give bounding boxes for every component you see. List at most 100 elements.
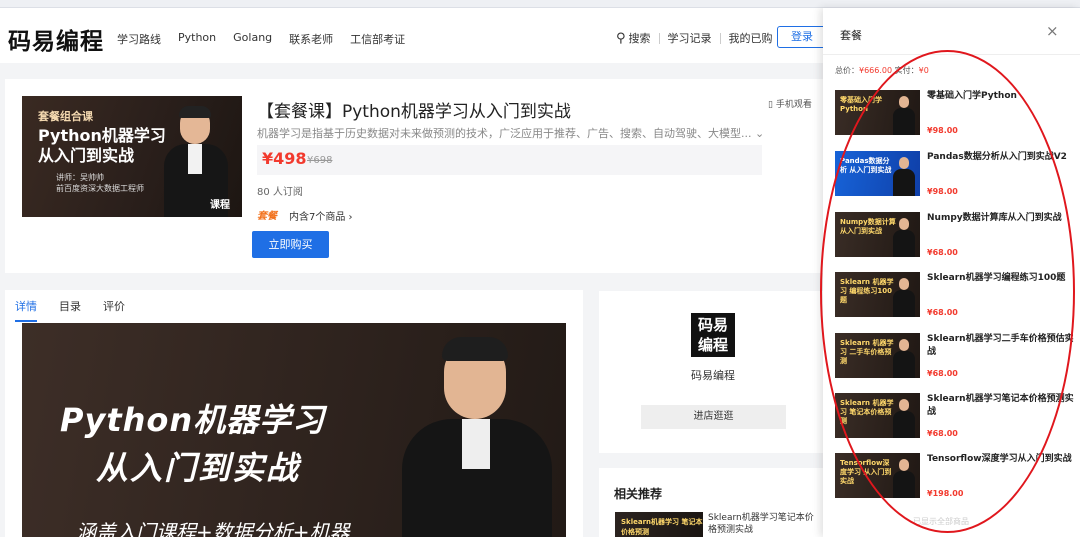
search-icon[interactable]: ⚲ bbox=[616, 31, 626, 46]
shop-card: 码易 编程 码易编程 进店逛逛 bbox=[599, 291, 835, 453]
login-button[interactable]: 登录 bbox=[777, 26, 827, 48]
bundle-item-thumb-text: Sklearn 机器学习 编程练习100题 bbox=[840, 278, 894, 304]
nav-item-golang[interactable]: Golang bbox=[233, 31, 272, 47]
cover-lecturer-title: 前百度资深大数据工程师 bbox=[56, 184, 144, 193]
bundle-item-thumb-text: Sklearn 机器学习 笔记本价格预测 bbox=[840, 399, 894, 425]
main-nav: 学习路线 Python Golang 联系老师 工信部考证 bbox=[117, 31, 405, 47]
bundle-item[interactable]: Pandas数据分析 从入门到实战 Pandas数据分析从入门到实战V2 ¥98… bbox=[835, 151, 1075, 206]
visit-shop-button[interactable]: 进店逛逛 bbox=[641, 405, 786, 429]
product-description-text: 机器学习是指基于历史数据对未来做预测的技术，广泛应用于推荐、广告、搜索、自动驾驶… bbox=[257, 127, 752, 140]
hero-title-line2: 从入门到实战 bbox=[96, 449, 301, 487]
shop-logo[interactable]: 码易 编程 bbox=[691, 313, 735, 357]
shop-name: 码易编程 bbox=[691, 369, 735, 382]
bundle-item-price: ¥68.00 bbox=[927, 308, 958, 317]
divider bbox=[658, 32, 660, 44]
bundle-item-thumb-text: Sklearn 机器学习 二手车价格预测 bbox=[840, 339, 894, 365]
product-title: 【套餐课】Python机器学习从入门到实战 bbox=[257, 102, 571, 122]
product-description[interactable]: 机器学习是指基于历史数据对未来做预测的技术，广泛应用于推荐、广告、搜索、自动驾驶… bbox=[257, 125, 762, 141]
bundle-item-name: Pandas数据分析从入门到实战V2 bbox=[927, 152, 1067, 162]
bundle-item[interactable]: Numpy数据计算 从入门到实战 Numpy数据计算库从入门到实战 ¥68.00 bbox=[835, 212, 1075, 267]
current-price: ¥498 bbox=[262, 149, 307, 168]
close-icon[interactable]: × bbox=[1046, 22, 1059, 40]
bundle-item[interactable]: Tensorflow深度学习 从入门到实战 Tensorflow深度学习从入门到… bbox=[835, 453, 1075, 508]
nav-item-learning-path[interactable]: 学习路线 bbox=[117, 31, 161, 47]
search-link[interactable]: 搜索 bbox=[629, 30, 651, 46]
bundle-item-thumbnail: Numpy数据计算 从入门到实战 bbox=[835, 212, 920, 257]
cover-title-line1: Python机器学习 bbox=[38, 126, 166, 145]
bundle-item-name: Sklearn机器学习编程练习100题 bbox=[927, 273, 1066, 283]
bundle-item-price: ¥68.00 bbox=[927, 429, 958, 438]
price-box: ¥498 ¥698 bbox=[257, 145, 762, 175]
bundle-item-price: ¥98.00 bbox=[927, 126, 958, 135]
recommendations-title: 相关推荐 bbox=[614, 487, 663, 501]
bundle-item[interactable]: Sklearn 机器学习 笔记本价格预测 Sklearn机器学习笔记本价格预测实… bbox=[835, 393, 1075, 448]
bundle-item-name: Numpy数据计算库从入门到实战 bbox=[927, 213, 1062, 223]
bundle-item-thumb-text: Numpy数据计算 从入门到实战 bbox=[840, 218, 896, 235]
mobile-view-label: 手机观看 bbox=[775, 100, 812, 110]
detail-hero-image: Python机器学习 从入门到实战 涵盖入门课程+数据分析+机器 bbox=[22, 323, 566, 537]
recommendation-thumbnail[interactable]: Sklearn机器学习 笔记本价格预测 bbox=[615, 512, 703, 537]
nav-item-certification[interactable]: 工信部考证 bbox=[350, 31, 405, 47]
divider bbox=[719, 32, 721, 44]
paid-label: 实付： bbox=[894, 66, 919, 75]
bundle-tag: 套餐 bbox=[257, 211, 277, 222]
cover-title: Python机器学习 从入门到实战 bbox=[38, 126, 166, 166]
price-summary: 总价：¥666.00 实付：¥0 bbox=[835, 65, 929, 76]
paid-value: ¥0 bbox=[918, 66, 929, 75]
cover-title-line2: 从入门到实战 bbox=[38, 146, 135, 165]
phone-icon: ▯ bbox=[768, 100, 773, 110]
product-card: 套餐组合课 Python机器学习 从入门到实战 讲师：吴帅帅 前百度资深大数据工… bbox=[5, 79, 835, 273]
bundle-item[interactable]: 零基础入门学 Python 零基础入门学Python ¥98.00 bbox=[835, 90, 1075, 145]
hero-subtitle: 涵盖入门课程+数据分析+机器 bbox=[76, 520, 350, 537]
subscriber-count: 80 人订阅 bbox=[257, 187, 303, 198]
bundle-item-name: Sklearn机器学习二手车价格预估实战 bbox=[927, 334, 1074, 357]
recommendation-thumb-text: Sklearn机器学习 笔记本价格预测 bbox=[621, 518, 703, 536]
learning-record-link[interactable]: 学习记录 bbox=[668, 30, 712, 46]
bundle-item-thumbnail: Pandas数据分析 从入门到实战 bbox=[835, 151, 920, 196]
browser-chrome-strip bbox=[0, 0, 1080, 8]
shop-logo-line2: 编程 bbox=[697, 336, 728, 354]
drawer-title: 套餐 bbox=[840, 29, 862, 42]
lecturer-photo-large bbox=[402, 337, 552, 537]
bundle-item-price: ¥68.00 bbox=[927, 369, 958, 378]
header-actions: ⚲ 搜索 学习记录 我的已购 bbox=[616, 30, 773, 46]
original-price: ¥698 bbox=[307, 155, 333, 166]
course-cover-image[interactable]: 套餐组合课 Python机器学习 从入门到实战 讲师：吴帅帅 前百度资深大数据工… bbox=[22, 96, 242, 217]
bundle-item-thumb-text: 零基础入门学 Python bbox=[840, 96, 882, 113]
bundle-item-name: Tensorflow深度学习从入门到实战 bbox=[927, 454, 1072, 464]
site-logo[interactable]: 码易编程 bbox=[8, 22, 104, 56]
mobile-view-link[interactable]: ▯ 手机观看 bbox=[768, 97, 812, 110]
purchased-link[interactable]: 我的已购 bbox=[729, 30, 773, 46]
recommendations-card: 相关推荐 Sklearn机器学习 笔记本价格预测 Sklearn机器学习笔记本价… bbox=[599, 468, 835, 537]
bundle-drawer: 套餐 × 总价：¥666.00 实付：¥0 零基础入门学 Python 零基础入… bbox=[823, 8, 1080, 537]
cover-lecturer-name: 讲师：吴帅帅 bbox=[56, 173, 104, 182]
bundle-contents-link[interactable]: 内含7个商品 › bbox=[289, 208, 353, 223]
tab-details[interactable]: 详情 bbox=[15, 298, 37, 322]
cover-badge: 课程 bbox=[210, 200, 230, 211]
detail-panel: 详情 目录 评价 Python机器学习 从入门到实战 涵盖入门课程+数据分析+机… bbox=[5, 290, 583, 537]
bundle-item[interactable]: Sklearn 机器学习 二手车价格预测 Sklearn机器学习二手车价格预估实… bbox=[835, 333, 1075, 388]
bundle-item-thumb-text: Pandas数据分析 从入门到实战 bbox=[840, 157, 892, 174]
tab-catalog[interactable]: 目录 bbox=[59, 298, 81, 322]
bundle-item-thumbnail: Tensorflow深度学习 从入门到实战 bbox=[835, 453, 920, 498]
bundle-item-name: Sklearn机器学习笔记本价格预测实战 bbox=[927, 394, 1074, 417]
bundle-item-thumbnail: 零基础入门学 Python bbox=[835, 90, 920, 135]
bundle-item-thumbnail: Sklearn 机器学习 编程练习100题 bbox=[835, 272, 920, 317]
recommendation-title[interactable]: Sklearn机器学习笔记本价格预测实战 bbox=[708, 512, 818, 536]
cover-lecturer: 讲师：吴帅帅 前百度资深大数据工程师 bbox=[56, 172, 144, 194]
buy-now-button[interactable]: 立即购买 bbox=[252, 231, 329, 258]
bundle-item-price: ¥68.00 bbox=[927, 248, 958, 257]
tab-reviews[interactable]: 评价 bbox=[103, 298, 125, 322]
list-end-note: 已显示全部商品 bbox=[913, 517, 969, 526]
bundle-item-price: ¥98.00 bbox=[927, 187, 958, 196]
bundle-item-name: 零基础入门学Python bbox=[927, 91, 1017, 101]
total-label: 总价： bbox=[835, 66, 859, 75]
total-value: ¥666.00 bbox=[859, 66, 893, 75]
cover-tag: 套餐组合课 bbox=[38, 110, 93, 123]
bundle-item[interactable]: Sklearn 机器学习 编程练习100题 Sklearn机器学习编程练习100… bbox=[835, 272, 1075, 327]
detail-tabs: 详情 目录 评价 bbox=[15, 298, 125, 322]
hero-title-line1: Python机器学习 bbox=[60, 401, 326, 439]
nav-item-contact-teacher[interactable]: 联系老师 bbox=[289, 31, 333, 47]
nav-item-python[interactable]: Python bbox=[178, 31, 216, 47]
chevron-down-icon[interactable]: ⌄ bbox=[755, 127, 762, 140]
